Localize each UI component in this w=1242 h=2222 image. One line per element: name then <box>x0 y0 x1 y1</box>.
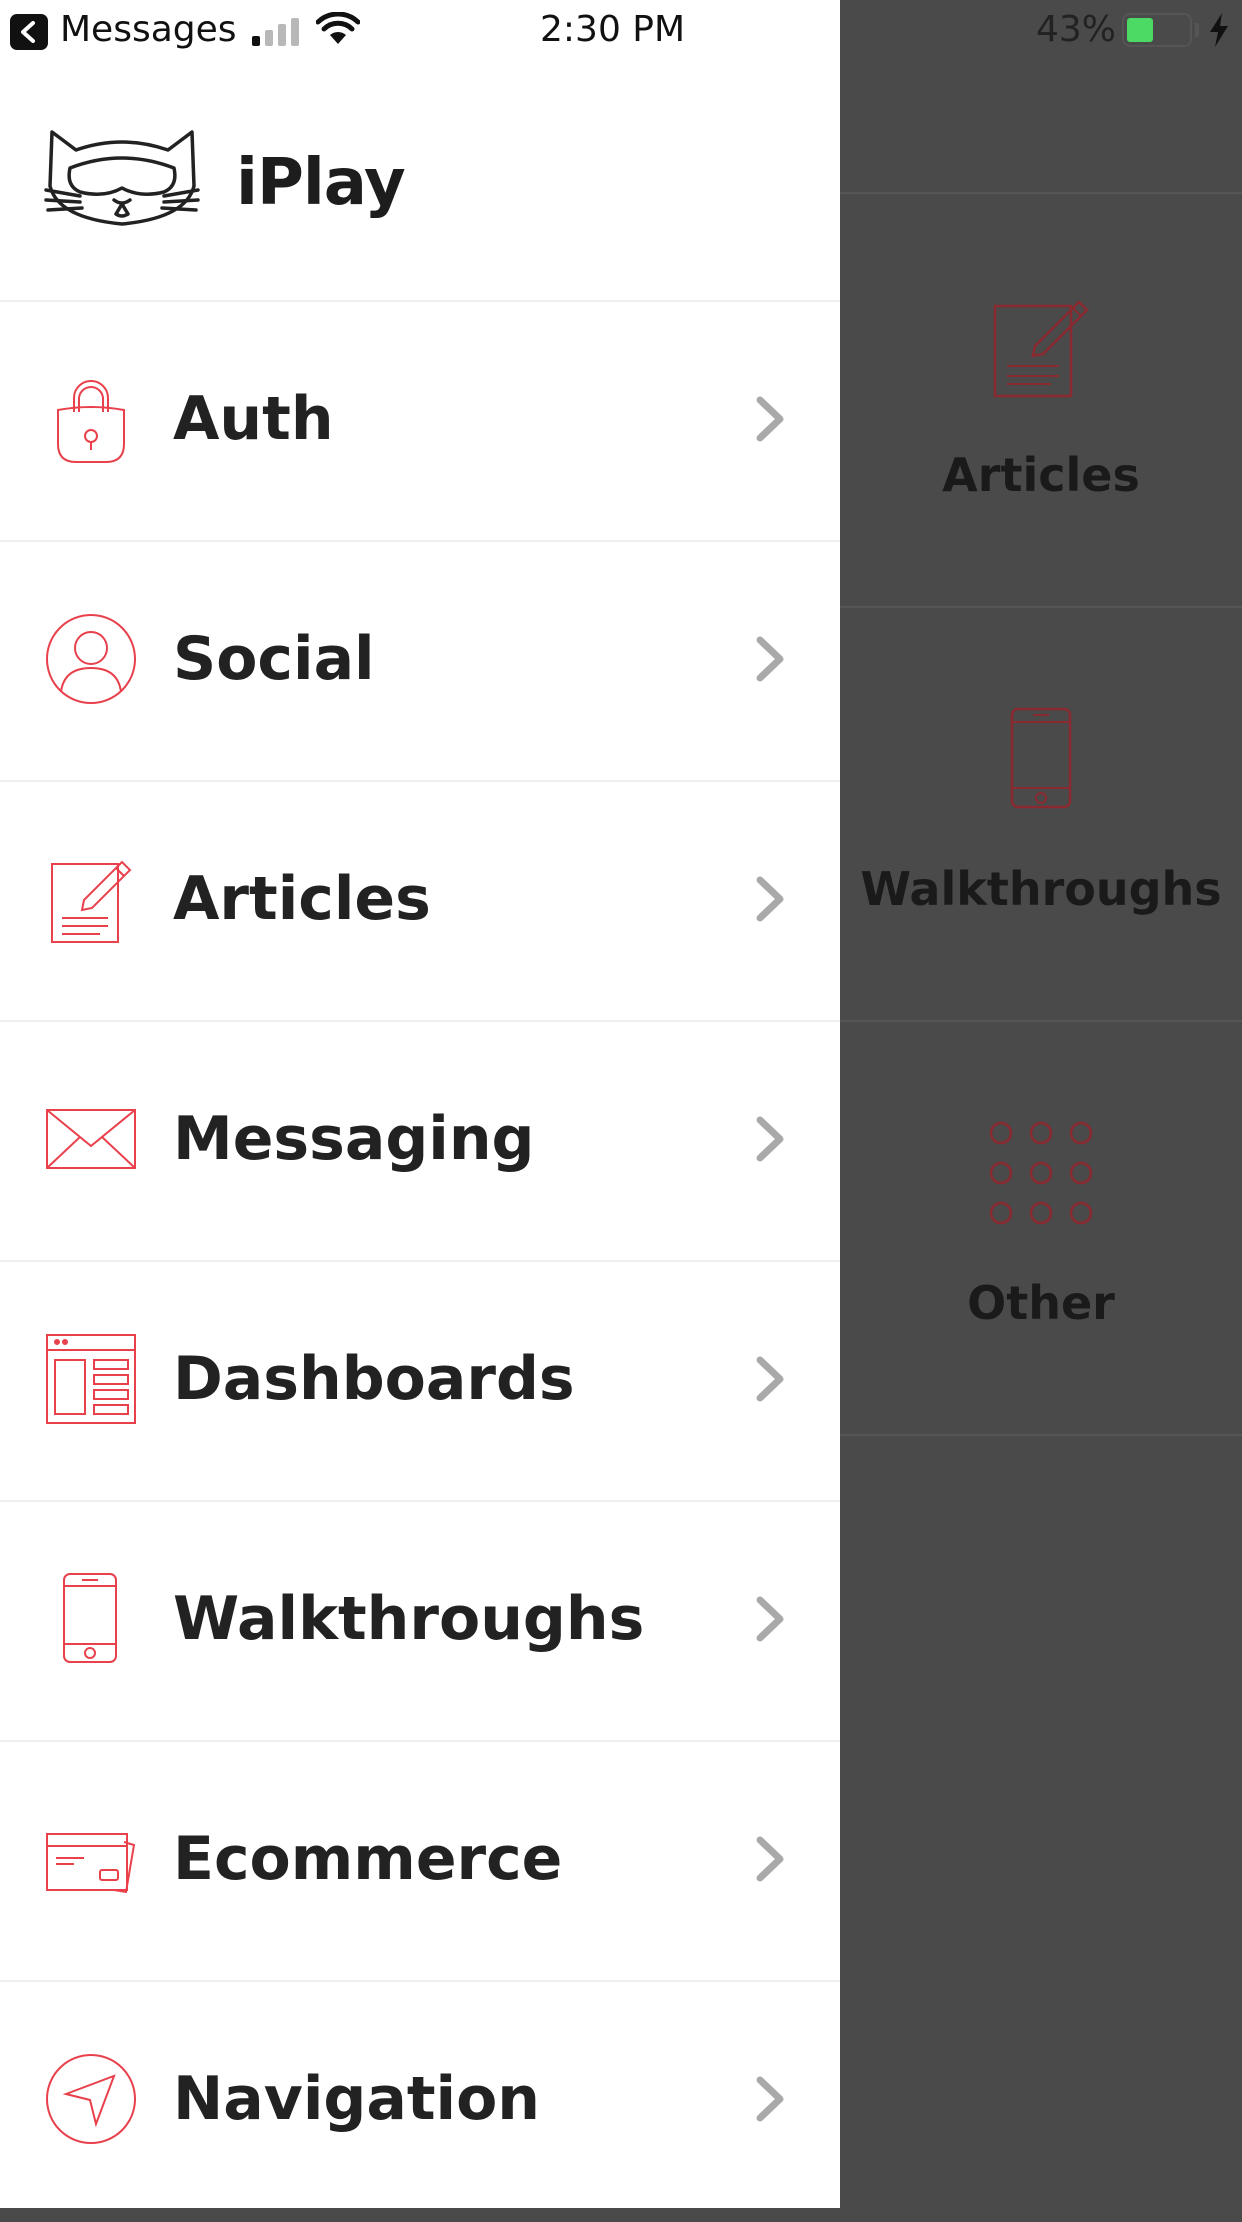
chevron-right-icon <box>756 1116 784 1162</box>
menu-item-messaging[interactable]: Messaging <box>0 1022 840 1262</box>
phone-icon <box>1010 707 1072 809</box>
menu-item-label: Dashboards <box>173 1344 575 1414</box>
chevron-right-icon <box>756 396 784 442</box>
battery-level <box>1127 18 1153 42</box>
background-tile-label: Articles <box>942 448 1140 502</box>
chevron-right-icon <box>756 2076 784 2122</box>
dashboard-icon <box>46 1334 136 1424</box>
status-bar: Messages 2:30 PM 43% <box>0 0 1242 62</box>
chevron-right-icon <box>756 636 784 682</box>
menu-item-label: Ecommerce <box>173 1824 563 1894</box>
chevron-right-icon <box>756 1356 784 1402</box>
cellular-signal-icon <box>252 18 299 46</box>
chevron-right-icon <box>756 1836 784 1882</box>
chevron-right-icon <box>756 876 784 922</box>
menu-item-label: Walkthroughs <box>173 1584 645 1654</box>
side-drawer: iPlay Auth Social Articles Messaging Das… <box>0 62 840 2208</box>
back-to-app-icon[interactable] <box>10 14 48 50</box>
raccoon-logo-icon <box>44 130 200 226</box>
menu-item-label: Articles <box>173 864 431 934</box>
grid-icon <box>989 1121 1093 1225</box>
chevron-right-icon <box>756 1596 784 1642</box>
menu-item-navigation[interactable]: Navigation <box>0 1982 840 2222</box>
clock: 2:30 PM <box>540 9 686 50</box>
user-icon <box>46 614 136 704</box>
envelope-icon <box>46 1109 136 1169</box>
menu-item-articles[interactable]: Articles <box>0 782 840 1022</box>
lock-icon <box>57 380 125 463</box>
battery-percentage: 43% <box>1036 9 1117 50</box>
menu-item-ecommerce[interactable]: Ecommerce <box>0 1742 840 1982</box>
background-tile-other[interactable]: Other <box>840 1022 1242 1436</box>
background-tile-walkthroughs[interactable]: Walkthroughs <box>840 608 1242 1022</box>
charging-bolt-icon <box>1210 13 1228 47</box>
menu-item-walkthroughs[interactable]: Walkthroughs <box>0 1502 840 1742</box>
menu-item-label: Social <box>173 624 375 694</box>
phone-icon <box>63 1573 117 1663</box>
menu-item-label: Navigation <box>173 2064 541 2134</box>
background-tile-label: Other <box>967 1276 1115 1330</box>
background-tile-articles[interactable]: Articles <box>840 194 1242 608</box>
menu-item-dashboards[interactable]: Dashboards <box>0 1262 840 1502</box>
drawer-header: iPlay <box>0 62 840 302</box>
menu-item-auth[interactable]: Auth <box>0 302 840 542</box>
battery-icon <box>1122 13 1192 47</box>
back-app-label[interactable]: Messages <box>60 9 237 50</box>
menu-item-social[interactable]: Social <box>0 542 840 782</box>
article-icon <box>51 860 132 943</box>
app-name: iPlay <box>236 146 406 220</box>
article-icon <box>993 300 1089 398</box>
credit-card-icon <box>46 1833 136 1894</box>
wifi-icon <box>316 12 360 44</box>
background-tile-label: Walkthroughs <box>860 862 1222 916</box>
navigation-icon <box>46 2054 136 2144</box>
menu-item-label: Auth <box>173 384 334 454</box>
menu-item-label: Messaging <box>173 1104 535 1174</box>
